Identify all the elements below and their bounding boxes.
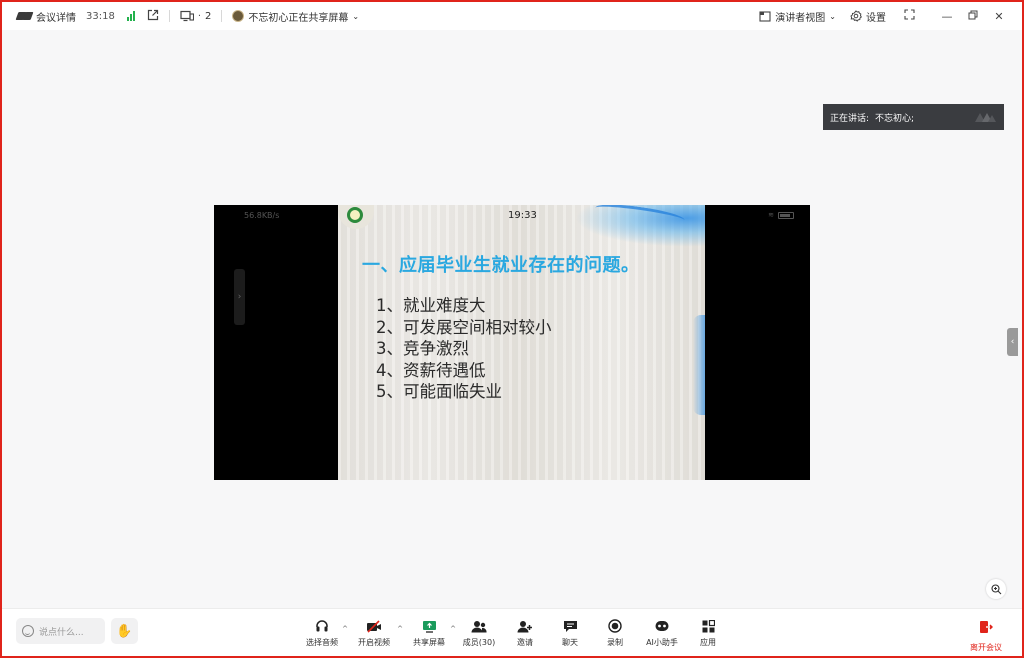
sharing-notice-dropdown[interactable]: 不忘初心正在共享屏幕 ⌄ bbox=[232, 2, 359, 30]
chat-label: 聊天 bbox=[562, 638, 578, 647]
minimize-icon[interactable]: — bbox=[936, 10, 958, 23]
devices-count: 2 bbox=[205, 10, 212, 22]
presentation-slide: 19:33 一、应届毕业生就业存在的问题。 1、就业难度大 2、可发展空间相对较… bbox=[338, 205, 705, 480]
chevron-down-icon: ⌄ bbox=[352, 11, 360, 21]
slide-list-item: 5、可能面临失业 bbox=[376, 382, 502, 401]
leave-label: 离开会议 bbox=[970, 643, 1002, 652]
record-icon bbox=[607, 619, 623, 633]
slide-title: 一、应届毕业生就业存在的问题。 bbox=[362, 255, 640, 276]
audio-button[interactable]: 选择音频 ^ bbox=[298, 609, 348, 657]
record-label: 录制 bbox=[607, 638, 623, 647]
audio-label: 选择音频 bbox=[306, 638, 338, 647]
leave-meeting-button[interactable]: 离开会议 bbox=[970, 619, 1002, 653]
top-bar: 会议详情 33:18 · 2 不忘初心正在共享屏幕 ⌄ 演讲者视图 ⌄ 设置 —… bbox=[2, 2, 1022, 30]
layout-icon bbox=[759, 10, 771, 22]
headset-icon bbox=[314, 619, 330, 633]
network-signal-icon[interactable] bbox=[126, 11, 135, 21]
chevron-left-icon: ‹ bbox=[1010, 337, 1015, 347]
share-screen-icon bbox=[421, 619, 437, 633]
restore-icon[interactable] bbox=[962, 10, 984, 23]
meeting-controls: 选择音频 ^ 开启视频 ^ 共享屏幕 ^ 成员(30) 邀请 聊天 录制 AI小… bbox=[298, 609, 730, 657]
leave-icon bbox=[979, 619, 993, 638]
video-button[interactable]: 开启视频 ^ bbox=[346, 609, 403, 657]
meeting-details-button[interactable]: 会议详情 bbox=[16, 2, 76, 30]
apps-label: 应用 bbox=[700, 638, 716, 647]
camera-off-icon bbox=[366, 619, 382, 633]
app-logo-icon bbox=[16, 11, 32, 21]
raise-hand-button[interactable]: ✋ bbox=[111, 618, 138, 644]
hand-icon: ✋ bbox=[116, 623, 133, 639]
phone-clock: 19:33 bbox=[508, 210, 537, 221]
bottom-toolbar: 说点什么... ✋ 选择音频 ^ 开启视频 ^ 共享屏幕 ^ 成员(30) 邀请… bbox=[2, 608, 1022, 656]
devices-button[interactable]: · 2 bbox=[180, 2, 212, 30]
apps-button[interactable]: 应用 bbox=[686, 609, 730, 657]
divider bbox=[221, 10, 223, 22]
phone-status-icons: ≋ bbox=[768, 211, 794, 219]
share-label: 共享屏幕 bbox=[413, 638, 445, 647]
emoji-icon[interactable] bbox=[22, 625, 34, 637]
network-speed: 56.8KB/s bbox=[244, 211, 280, 220]
members-button[interactable]: 成员(30) bbox=[456, 609, 502, 657]
quick-chat-input[interactable]: 说点什么... bbox=[16, 618, 105, 644]
divider bbox=[168, 10, 170, 22]
chat-placeholder: 说点什么... bbox=[39, 627, 84, 638]
speaker-name: 不忘初心; bbox=[875, 113, 915, 124]
members-label: 成员(30) bbox=[462, 638, 496, 647]
slide-list-item: 1、就业难度大 bbox=[376, 296, 486, 315]
slide-list-item: 2、可发展空间相对较小 bbox=[376, 317, 552, 337]
sharing-notice-text: 不忘初心正在共享屏幕 bbox=[248, 12, 349, 24]
chat-icon bbox=[562, 619, 578, 633]
invite-button[interactable]: 邀请 bbox=[502, 609, 548, 657]
view-mode-label: 演讲者视图 bbox=[775, 12, 826, 24]
add-user-icon bbox=[517, 619, 533, 633]
share-screen-button[interactable]: 共享屏幕 ^ bbox=[402, 609, 456, 657]
chevron-down-icon: ⌄ bbox=[829, 11, 836, 21]
battery-icon bbox=[778, 211, 794, 219]
members-icon bbox=[471, 619, 487, 633]
fullscreen-icon[interactable] bbox=[898, 9, 920, 23]
apps-grid-icon bbox=[700, 619, 716, 633]
chat-button[interactable]: 聊天 bbox=[548, 609, 592, 657]
shared-screen[interactable]: 56.8KB/s ≋ › 19:33 一、应届毕业生就业存在的问题。 1、就业难… bbox=[214, 205, 810, 480]
record-button[interactable]: 录制 bbox=[592, 609, 638, 657]
invite-label: 邀请 bbox=[517, 638, 533, 647]
zoom-in-button[interactable] bbox=[986, 579, 1006, 599]
active-speaker-banner: 正在讲话: 不忘初心; bbox=[823, 104, 1004, 130]
settings-label: 设置 bbox=[866, 12, 886, 24]
chevron-right-icon: › bbox=[237, 292, 242, 302]
sharer-avatar bbox=[232, 10, 245, 22]
speaking-wave-icon bbox=[975, 113, 996, 122]
ai-assistant-button[interactable]: AI小助手 bbox=[638, 609, 686, 657]
close-icon[interactable]: ✕ bbox=[988, 10, 1010, 23]
speaker-label: 正在讲话: bbox=[830, 113, 870, 124]
meeting-details-label: 会议详情 bbox=[36, 12, 76, 24]
device-icon bbox=[180, 10, 194, 22]
zoom-in-icon bbox=[990, 583, 1001, 594]
slide-list-item: 3、竞争激烈 bbox=[376, 339, 469, 358]
water-decoration bbox=[693, 315, 705, 415]
settings-button[interactable]: 设置 bbox=[850, 2, 886, 30]
expand-handle[interactable]: › bbox=[234, 269, 245, 325]
side-panel-toggle[interactable]: ‹ bbox=[1007, 328, 1018, 356]
ai-label: AI小助手 bbox=[646, 638, 678, 647]
view-mode-dropdown[interactable]: 演讲者视图 ⌄ bbox=[759, 2, 836, 30]
video-label: 开启视频 bbox=[358, 638, 390, 647]
gear-icon bbox=[850, 10, 862, 22]
external-window-icon[interactable] bbox=[147, 9, 159, 24]
wifi-icon: ≋ bbox=[768, 211, 774, 219]
meeting-duration: 33:18 bbox=[86, 10, 115, 22]
slide-list-item: 4、资薪待遇低 bbox=[376, 360, 486, 380]
slide-list: 1、就业难度大 2、可发展空间相对较小 3、竞争激烈 4、资薪待遇低 5、可能面… bbox=[376, 295, 552, 403]
ai-assistant-icon bbox=[654, 619, 670, 633]
